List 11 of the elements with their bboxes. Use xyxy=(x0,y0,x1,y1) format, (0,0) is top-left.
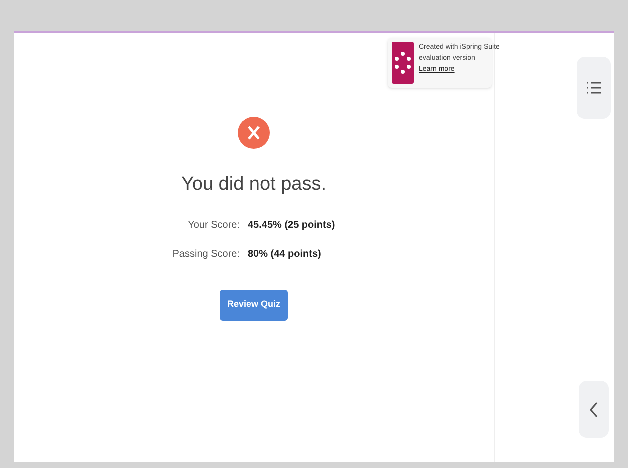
chevron-left-icon xyxy=(590,402,598,418)
review-quiz-button[interactable]: Review Quiz xyxy=(220,290,288,320)
score-value: 80% (44 points) xyxy=(248,248,322,262)
collapse-button[interactable] xyxy=(579,381,609,438)
score-value: 45.45% (25 points) xyxy=(248,218,336,232)
menu-button[interactable] xyxy=(577,57,611,119)
flower-logo-icon xyxy=(392,42,414,84)
result-title: You did not pass. xyxy=(181,173,327,197)
score-label: Passing Score: xyxy=(172,248,240,262)
list-icon xyxy=(587,82,601,94)
score-label: Your Score: xyxy=(187,218,240,232)
